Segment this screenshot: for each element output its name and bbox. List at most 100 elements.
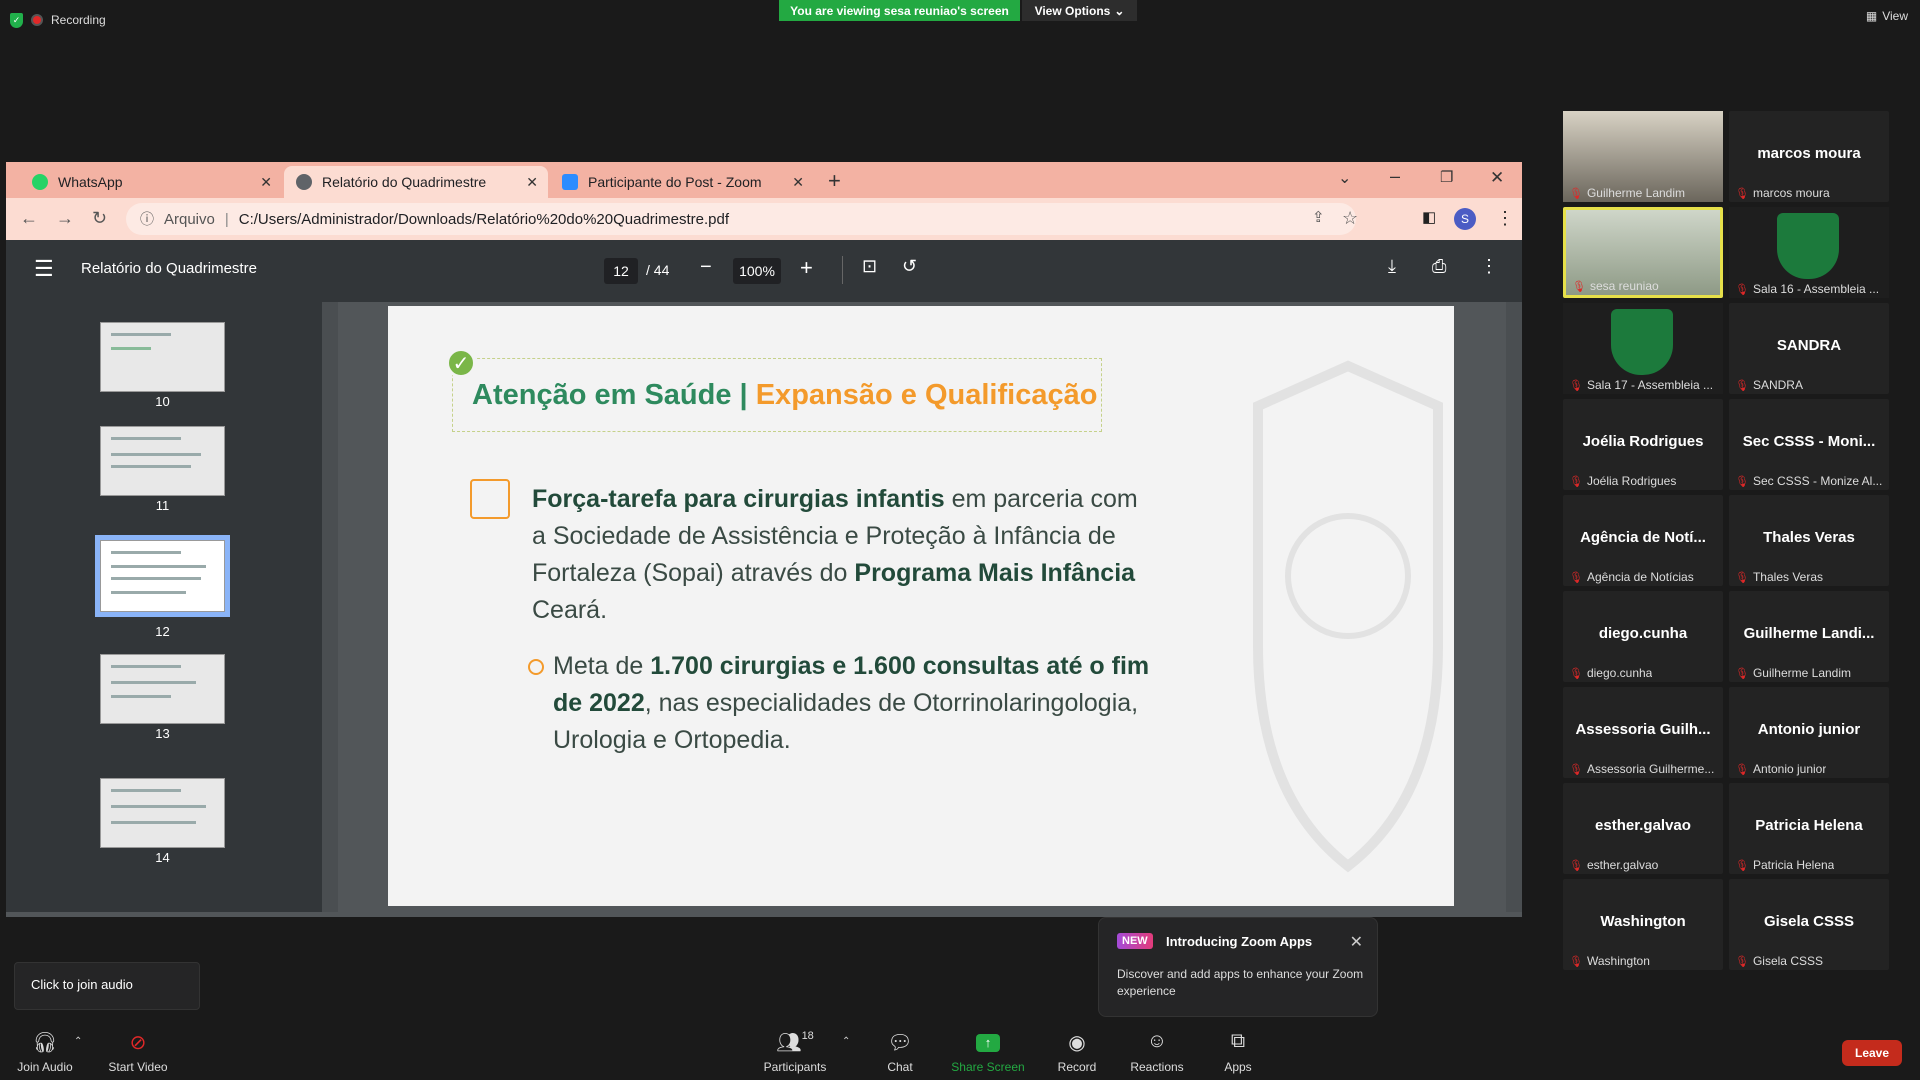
tab-whatsapp[interactable]: WhatsApp ✕: [20, 166, 282, 198]
mic-muted-icon: 🎙︎: [1569, 571, 1583, 584]
shield-icon: ✓: [10, 12, 23, 28]
share-screen-button[interactable]: ↑ Share Screen: [948, 1030, 1028, 1074]
tab-search-icon[interactable]: ⌄: [1338, 168, 1351, 188]
back-icon[interactable]: ←: [20, 208, 38, 229]
page-number-input[interactable]: 12: [604, 258, 638, 284]
start-video-button[interactable]: ⊘ Start Video: [98, 1030, 178, 1074]
close-icon[interactable]: ✕: [260, 174, 272, 191]
close-icon[interactable]: ✕: [792, 174, 804, 191]
participant-label-row: 🎙︎ Guilherme Landim: [1735, 666, 1851, 680]
participant-tile[interactable]: 🎙︎ Sala 17 - Assembleia ...: [1563, 303, 1723, 394]
participant-tile[interactable]: Agência de Notí... 🎙︎ Agência de Notícias: [1563, 495, 1723, 586]
participant-label: Assessoria Guilherme...: [1586, 762, 1715, 776]
zoom-out-icon[interactable]: −: [700, 256, 712, 279]
participant-tile[interactable]: Thales Veras 🎙︎ Thales Veras: [1729, 495, 1889, 586]
participant-tile[interactable]: 🎙︎ sesa reuniao: [1563, 207, 1723, 298]
participants-icon: 👥︎: [776, 1032, 802, 1054]
close-icon[interactable]: ✕: [1350, 932, 1363, 952]
hamburger-menu-icon[interactable]: ☰: [34, 256, 54, 282]
thumbnail-page-14[interactable]: [100, 778, 225, 848]
recording-indicator[interactable]: ✓ Recording: [10, 10, 106, 30]
main-scrollbar[interactable]: [1506, 302, 1522, 912]
reactions-button[interactable]: ☺ Reactions: [1117, 1030, 1197, 1074]
participants-chevron-icon[interactable]: ⌃: [842, 1036, 850, 1047]
participant-label: Agência de Notícias: [1586, 570, 1694, 584]
share-screen-icon: ↑: [976, 1034, 1000, 1052]
pdf-toolbar: ☰ Relatório do Quadrimestre 12 / 44 − 10…: [6, 240, 1522, 302]
grid-icon: ▦: [1865, 9, 1878, 23]
reactions-label: Reactions: [1130, 1060, 1184, 1074]
bookmark-star-icon[interactable]: ☆: [1342, 208, 1358, 229]
tab-label: Participante do Post - Zoom: [588, 174, 762, 190]
fit-page-icon[interactable]: ⊡: [862, 256, 877, 277]
participants-button[interactable]: 👥︎18 Participants: [755, 1030, 835, 1074]
view-options-label: View Options: [1034, 3, 1111, 18]
join-audio-tooltip[interactable]: Click to join audio: [14, 962, 200, 1010]
leave-button[interactable]: Leave: [1842, 1040, 1902, 1066]
side-panel-icon[interactable]: ◧: [1422, 208, 1436, 226]
participant-tile[interactable]: Joélia Rodrigues 🎙︎ Joélia Rodrigues: [1563, 399, 1723, 490]
participant-tile[interactable]: Antonio junior 🎙︎ Antonio junior: [1729, 687, 1889, 778]
participant-label: sesa reuniao: [1589, 279, 1659, 293]
share-icon[interactable]: ⇪: [1312, 208, 1325, 226]
participant-tile[interactable]: esther.galvao 🎙︎ esther.galvao: [1563, 783, 1723, 874]
download-icon[interactable]: ⤓: [1388, 256, 1396, 277]
participant-tile[interactable]: Sec CSSS - Moni... 🎙︎ Sec CSSS - Monize Al…: [1729, 399, 1889, 490]
chat-button[interactable]: 💬︎ Chat: [860, 1030, 940, 1074]
participant-tile[interactable]: Assessoria Guilh... 🎙︎ Assessoria Guilherm…: [1563, 687, 1723, 778]
restore-button[interactable]: ❐: [1440, 168, 1453, 186]
mic-muted-icon: 🎙︎: [1735, 475, 1749, 488]
rotate-icon[interactable]: ↺: [902, 256, 917, 277]
participant-tile[interactable]: 🎙︎ Guilherme Landim: [1563, 111, 1723, 202]
apps-button[interactable]: ⧉ Apps: [1198, 1030, 1278, 1074]
reload-icon[interactable]: ↻: [92, 208, 107, 229]
close-icon[interactable]: ✕: [526, 174, 538, 191]
print-icon[interactable]: ⎙: [1432, 256, 1446, 277]
participant-label: Gisela CSSS: [1752, 954, 1823, 968]
thumbnail-page-10[interactable]: [100, 322, 225, 392]
thumbnail-page-13[interactable]: [100, 654, 225, 724]
participant-tile[interactable]: marcos moura 🎙︎ marcos moura: [1729, 111, 1889, 202]
participant-tile[interactable]: Patricia Helena 🎙︎ Patricia Helena: [1729, 783, 1889, 874]
close-window-button[interactable]: ✕: [1490, 168, 1504, 188]
participant-name: Gisela CSSS: [1763, 913, 1855, 930]
url-field[interactable]: ⓘ Arquivo | C:/Users/Administrador/Downl…: [126, 203, 1356, 235]
zoom-input[interactable]: 100%: [733, 258, 781, 284]
whatsapp-icon: [32, 174, 48, 190]
minimize-button[interactable]: –: [1390, 166, 1400, 187]
participant-tile[interactable]: Gisela CSSS 🎙︎ Gisela CSSS: [1729, 879, 1889, 970]
forward-icon[interactable]: →: [56, 208, 74, 229]
record-dot-icon: [31, 14, 43, 26]
mic-muted-icon: 🎙︎: [1569, 955, 1583, 968]
tab-zoom[interactable]: Participante do Post - Zoom ✕: [550, 166, 814, 198]
participant-tile[interactable]: SANDRA 🎙︎ SANDRA: [1729, 303, 1889, 394]
view-options-button[interactable]: View Options ⌄: [1022, 0, 1137, 21]
popup-body: Discover and add apps to enhance your Zo…: [1117, 967, 1364, 998]
view-button[interactable]: ▦ View: [1866, 9, 1908, 23]
join-audio-button[interactable]: 🎧︎ Join Audio: [5, 1030, 85, 1074]
slide-title: Atenção em Saúde | Expansão e Qualificaç…: [472, 379, 1097, 412]
participant-name: marcos moura: [1757, 145, 1861, 162]
participant-tile[interactable]: Washington 🎙︎ Washington: [1563, 879, 1723, 970]
participant-name: Thales Veras: [1763, 529, 1855, 546]
participant-tile[interactable]: Guilherme Landi... 🎙︎ Guilherme Landim: [1729, 591, 1889, 682]
thumbnail-page-11[interactable]: [100, 426, 225, 496]
more-icon[interactable]: ⋮: [1480, 256, 1498, 277]
participant-label: Guilherme Landim: [1752, 666, 1852, 680]
menu-dots-icon[interactable]: ⋮: [1496, 208, 1514, 229]
participant-name: Antonio junior: [1757, 721, 1861, 738]
thumbnail-page-12[interactable]: [95, 535, 230, 617]
record-button[interactable]: ◉ Record: [1037, 1030, 1117, 1074]
sidebar-scrollbar[interactable]: [322, 302, 338, 912]
audio-options-chevron-icon[interactable]: ⌃: [74, 1036, 82, 1047]
tab-relatorio[interactable]: Relatório do Quadrimestre ✕: [284, 166, 548, 198]
participant-label-row: 🎙︎ diego.cunha: [1569, 666, 1652, 680]
profile-avatar[interactable]: S: [1454, 208, 1476, 230]
record-label: Record: [1057, 1060, 1097, 1074]
participant-tile[interactable]: diego.cunha 🎙︎ diego.cunha: [1563, 591, 1723, 682]
headphones-icon: 🎧︎: [32, 1032, 58, 1054]
participant-tile[interactable]: 🎙︎ Sala 16 - Assembleia ...: [1729, 207, 1889, 298]
zoom-in-icon[interactable]: +: [800, 255, 813, 281]
mic-muted-icon: 🎙︎: [1569, 859, 1583, 872]
new-tab-button[interactable]: +: [828, 168, 841, 194]
